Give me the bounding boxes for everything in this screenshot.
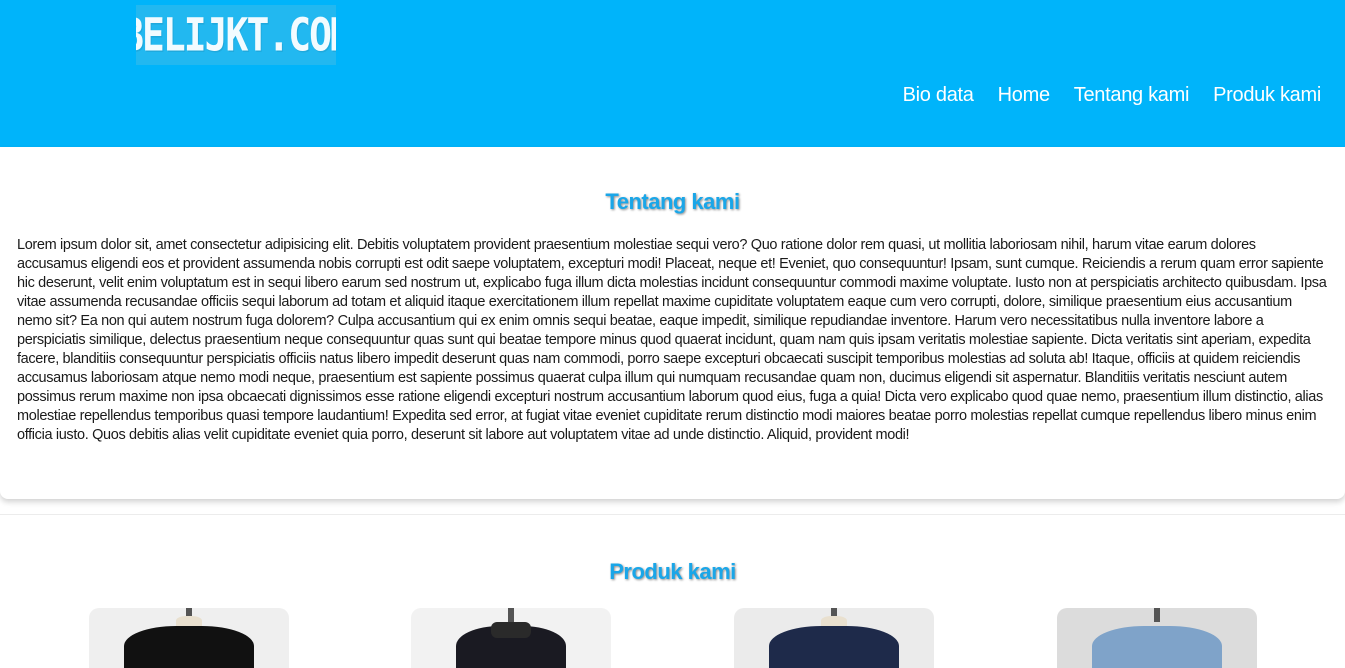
nav-link-home[interactable]: Home: [998, 84, 1050, 107]
product-card[interactable]: [89, 608, 289, 668]
site-header: BELIJKT.COM Bio data Home Tentang kami P…: [0, 0, 1345, 147]
about-body-text: Lorem ipsum dolor sit, amet consectetur …: [17, 237, 1327, 443]
about-section: Tentang kami Lorem ipsum dolor sit, amet…: [0, 147, 1345, 499]
nav-link-bio-data[interactable]: Bio data: [903, 84, 974, 107]
products-title: Produk kami: [609, 559, 736, 584]
product-card[interactable]: [734, 608, 934, 668]
nav-link-tentang-kami[interactable]: Tentang kami: [1074, 84, 1190, 107]
product-card[interactable]: [1057, 608, 1257, 668]
nav-link-produk-kami[interactable]: Produk kami: [1213, 84, 1321, 107]
products-section: Produk kami: [0, 514, 1345, 668]
product-card[interactable]: [411, 608, 611, 668]
about-title: Tentang kami: [605, 189, 740, 214]
main-nav: Bio data Home Tentang kami Produk kami: [903, 84, 1322, 107]
logo-text: BELIJKT.COM: [136, 8, 336, 62]
site-logo[interactable]: BELIJKT.COM: [136, 5, 336, 65]
